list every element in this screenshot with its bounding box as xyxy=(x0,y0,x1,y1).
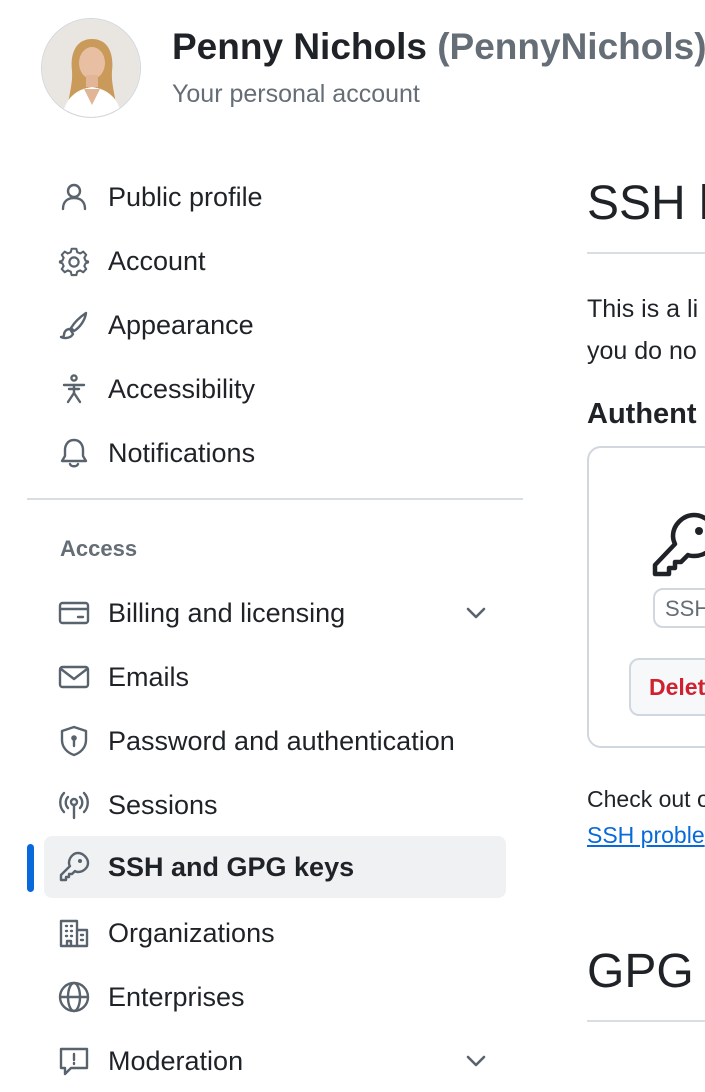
help-text: Check out o xyxy=(587,786,705,812)
chevron-down-icon[interactable] xyxy=(462,1047,490,1075)
sidebar-item-label: Appearance xyxy=(108,310,254,340)
account-subtitle: Your personal account xyxy=(172,80,420,108)
sidebar-item-sessions[interactable]: Sessions xyxy=(44,774,506,836)
sidebar-item-account[interactable]: Account xyxy=(44,230,506,292)
delete-key-button[interactable]: Delet xyxy=(629,658,705,716)
mail-icon xyxy=(58,661,90,693)
authentication-keys-heading: Authent xyxy=(587,398,697,430)
person-icon xyxy=(58,181,90,213)
intro-line: you do no xyxy=(587,337,697,365)
key-icon xyxy=(58,851,90,883)
sidebar-item-label: Enterprises xyxy=(108,982,245,1012)
sidebar-item-label: SSH and GPG keys xyxy=(108,852,355,882)
bell-icon xyxy=(58,437,90,469)
sidebar-item-moderation[interactable]: Moderation xyxy=(44,1030,506,1092)
sidebar-item-label: Organizations xyxy=(108,918,275,948)
ssh-intro-text: This is a li you do no xyxy=(587,288,705,372)
sidebar-item-label: Password and authentication xyxy=(108,726,455,756)
sidebar-divider xyxy=(27,498,523,500)
active-indicator xyxy=(27,844,34,892)
shield-lock-icon xyxy=(58,725,90,757)
credit-card-icon xyxy=(58,597,90,629)
sidebar-item-notifications[interactable]: Notifications xyxy=(44,422,506,484)
ssh-keys-heading: SSH k xyxy=(587,177,705,230)
sidebar-item-public-profile[interactable]: Public profile xyxy=(44,166,506,228)
key-type-badge: SSH xyxy=(653,588,705,628)
user-name: Penny Nichols xyxy=(172,26,427,67)
sidebar-item-ssh-gpg-keys[interactable]: SSH and GPG keys xyxy=(44,836,506,898)
intro-line: This is a li xyxy=(587,295,699,323)
sidebar-item-label: Emails xyxy=(108,662,190,692)
organization-icon xyxy=(58,917,90,949)
sidebar-item-appearance[interactable]: Appearance xyxy=(44,294,506,356)
page-title: Penny Nichols (PennyNichols) xyxy=(172,26,705,68)
user-handle: (PennyNichols) xyxy=(437,26,705,67)
sidebar-item-accessibility[interactable]: Accessibility xyxy=(44,358,506,420)
accessibility-icon xyxy=(58,373,90,405)
globe-icon xyxy=(58,981,90,1013)
sidebar-item-organizations[interactable]: Organizations xyxy=(44,902,506,964)
sidebar-item-emails[interactable]: Emails xyxy=(44,646,506,708)
sidebar-item-label: Billing and licensing xyxy=(108,598,346,628)
broadcast-icon xyxy=(58,789,90,821)
gpg-keys-heading: GPG k xyxy=(587,945,705,998)
paintbrush-icon xyxy=(58,309,90,341)
sidebar-item-enterprises[interactable]: Enterprises xyxy=(44,966,506,1028)
heading-divider xyxy=(587,1020,705,1022)
sidebar-item-label: Public profile xyxy=(108,182,263,212)
sidebar-item-label: Account xyxy=(108,246,206,276)
sidebar-item-label: Moderation xyxy=(108,1046,244,1076)
ssh-troubleshooting-link[interactable]: SSH proble xyxy=(587,822,705,849)
key-icon xyxy=(650,510,705,580)
report-icon xyxy=(58,1045,90,1077)
sidebar-item-label: Accessibility xyxy=(108,374,256,404)
heading-divider xyxy=(587,252,705,254)
avatar[interactable] xyxy=(41,18,141,118)
chevron-down-icon[interactable] xyxy=(462,599,490,627)
sidebar-item-label: Notifications xyxy=(108,438,256,468)
section-label-access: Access xyxy=(60,536,138,561)
gear-icon xyxy=(58,245,90,277)
sidebar-item-label: Sessions xyxy=(108,790,218,820)
sidebar-item-password[interactable]: Password and authentication xyxy=(44,710,506,772)
sidebar-item-billing[interactable]: Billing and licensing xyxy=(44,582,506,644)
